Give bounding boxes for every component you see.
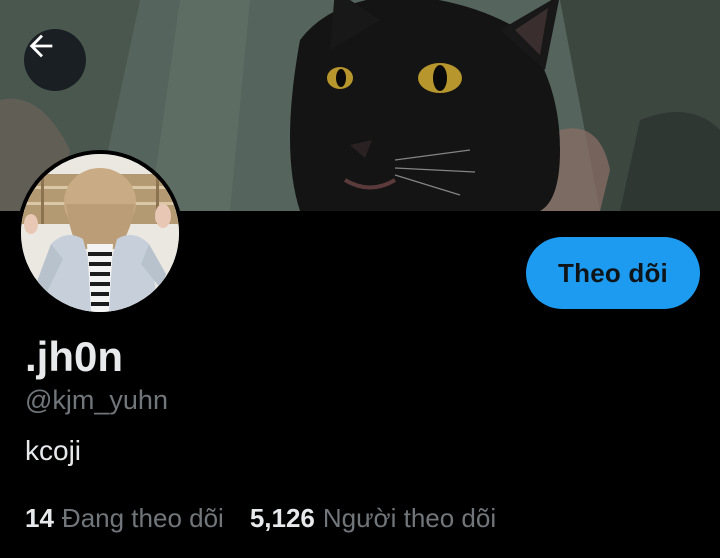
follow-stats: 14 Đang theo dõi 5,126 Người theo dõi <box>25 502 496 534</box>
username-handle: @kjm_yuhn <box>25 385 168 415</box>
followers-label: Người theo dõi <box>322 503 497 533</box>
display-name: .jh0n <box>25 333 124 380</box>
following-label: Đang theo dõi <box>61 503 224 533</box>
arrow-left-icon <box>29 34 53 58</box>
followers-count: 5,126 <box>249 503 315 533</box>
follow-button[interactable]: Theo dõi <box>526 237 700 309</box>
profile-bio: kcoji <box>25 435 82 466</box>
followers-link[interactable]: 5,126 Người theo dõi <box>250 502 496 534</box>
avatar[interactable] <box>17 150 183 316</box>
following-count: 14 <box>25 503 54 533</box>
avatar-photo <box>21 154 179 312</box>
back-button[interactable] <box>24 29 86 91</box>
following-link[interactable]: 14 Đang theo dõi <box>25 502 224 534</box>
